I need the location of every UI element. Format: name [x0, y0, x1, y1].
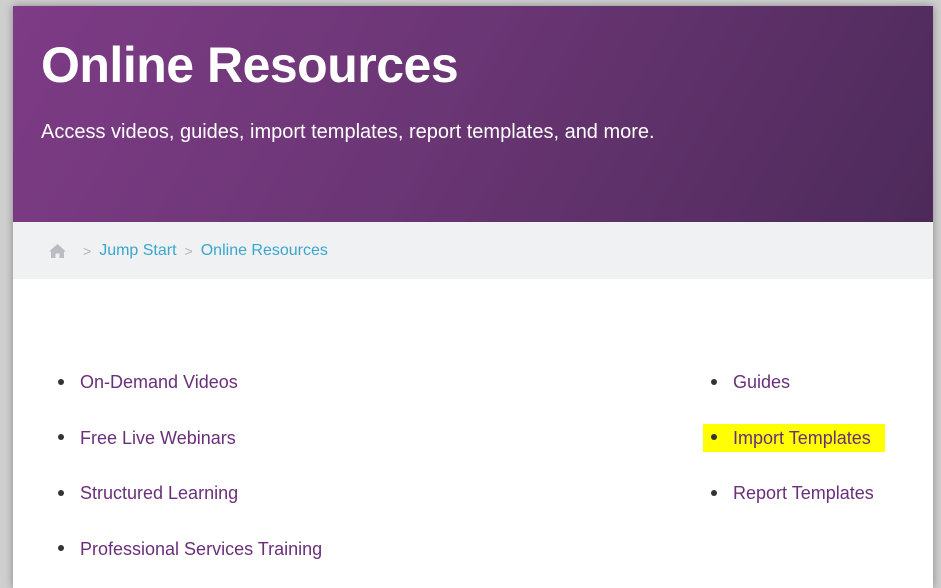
bullet [711, 378, 717, 385]
bullet [58, 434, 64, 441]
hero-banner: Online Resources Access videos, guides, … [13, 6, 933, 222]
link-free-live-webinars[interactable]: Free Live Webinars [80, 428, 236, 448]
breadcrumb-separator: > [184, 243, 193, 259]
list-item: Import Templates [703, 423, 885, 482]
highlight-marker: Import Templates [703, 423, 885, 452]
page-subtitle: Access videos, guides, import templates,… [41, 121, 655, 143]
bullet [58, 489, 64, 496]
bullet [58, 378, 64, 385]
home-icon[interactable] [48, 243, 67, 259]
link-guides[interactable]: Guides [733, 372, 790, 392]
bullet [711, 489, 717, 496]
page-title: Online Resources [41, 37, 459, 93]
resource-list-left: On-Demand Videos Free Live Webinars Stru… [58, 370, 322, 588]
list-item: Guides [711, 370, 885, 426]
breadcrumb-separator: > [83, 243, 92, 259]
page-frame: Online Resources Access videos, guides, … [13, 6, 933, 588]
resource-list-right: Guides Import Templates Report Templates [703, 370, 885, 537]
breadcrumb-online-resources[interactable]: Online Resources [201, 242, 328, 260]
bullet [58, 545, 64, 552]
list-item: Free Live Webinars [58, 426, 322, 482]
list-item: Report Templates [711, 481, 885, 537]
list-item: Structured Learning [58, 481, 322, 537]
bullet [711, 434, 717, 441]
link-import-templates[interactable]: Import Templates [733, 428, 871, 448]
breadcrumb-jump-start[interactable]: Jump Start [99, 242, 176, 260]
link-report-templates[interactable]: Report Templates [733, 483, 874, 503]
breadcrumb-bar: > Jump Start > Online Resources [13, 222, 933, 279]
link-structured-learning[interactable]: Structured Learning [80, 483, 238, 503]
link-professional-services-training[interactable]: Professional Services Training [80, 539, 322, 559]
link-on-demand-videos[interactable]: On-Demand Videos [80, 372, 238, 392]
list-item: On-Demand Videos [58, 370, 322, 426]
list-item: Professional Services Training [58, 537, 322, 588]
breadcrumb: > Jump Start > Online Resources [48, 242, 328, 260]
